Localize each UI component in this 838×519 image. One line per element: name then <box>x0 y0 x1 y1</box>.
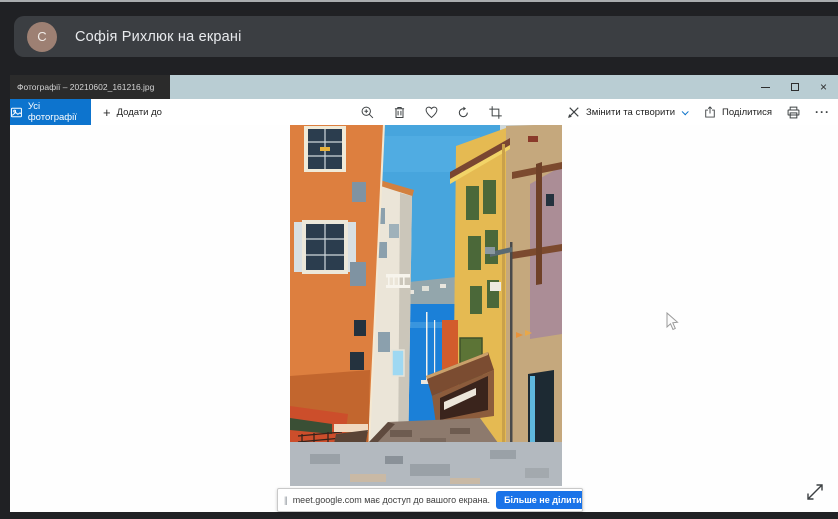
print-icon[interactable] <box>786 105 801 120</box>
toolbar-right-group: Змінити та створити Поділитися ··· <box>567 99 830 125</box>
share-label[interactable]: Поділитися <box>722 107 772 118</box>
mouse-cursor <box>666 312 679 331</box>
close-icon: × <box>820 81 827 93</box>
photo-icon <box>10 106 23 119</box>
delete-icon[interactable] <box>392 105 407 120</box>
plus-icon: + <box>103 106 111 119</box>
shared-photo[interactable] <box>290 125 562 486</box>
avatar-letter: C <box>37 29 46 44</box>
add-to-button[interactable]: + Додати до <box>103 99 162 125</box>
chevron-down-icon[interactable] <box>682 108 689 115</box>
minimize-icon <box>761 87 770 88</box>
close-button[interactable]: × <box>809 75 838 99</box>
share-icon <box>703 105 717 119</box>
maximize-button[interactable] <box>780 75 809 99</box>
maximize-icon <box>791 83 799 91</box>
minimize-button[interactable] <box>751 75 780 99</box>
photos-toolbar: Усі фотографії + Додати до <box>10 99 838 125</box>
rotate-icon[interactable] <box>456 105 471 120</box>
photo-canvas <box>10 125 838 512</box>
stop-sharing-button[interactable]: Більше не ділитися <box>496 491 583 509</box>
photo-actions <box>360 99 503 125</box>
edit-create-label[interactable]: Змінити та створити <box>586 107 675 118</box>
screen-top-edge <box>0 0 838 2</box>
window-titlebar[interactable]: Фотографії – 20210602_161216.jpg × <box>10 75 838 99</box>
window-controls: × <box>751 75 838 99</box>
expand-icon[interactable] <box>804 481 826 503</box>
avatar: C <box>27 22 57 52</box>
presenter-bar: C Софія Рихлюк на екрані <box>14 16 838 57</box>
photos-app-window: Фотографії – 20210602_161216.jpg × Усі ф… <box>10 75 838 512</box>
crop-icon[interactable] <box>488 105 503 120</box>
zoom-icon[interactable] <box>360 105 375 120</box>
window-title: Фотографії – 20210602_161216.jpg <box>10 75 170 99</box>
edit-create-icon <box>567 105 581 119</box>
presenter-name: Софія Рихлюк на екрані <box>75 29 242 45</box>
add-to-label: Додати до <box>117 107 162 118</box>
all-photos-label: Усі фотографії <box>28 101 91 123</box>
all-photos-button[interactable]: Усі фотографії <box>10 99 91 125</box>
favorite-heart-icon[interactable] <box>424 105 439 120</box>
see-more-icon[interactable]: ··· <box>815 105 830 119</box>
drag-grip-icon[interactable]: || <box>284 495 287 505</box>
screen-share-notice: || meet.google.com має доступ до вашого … <box>277 488 583 512</box>
share-notice-message: meet.google.com має доступ до вашого екр… <box>293 495 490 505</box>
